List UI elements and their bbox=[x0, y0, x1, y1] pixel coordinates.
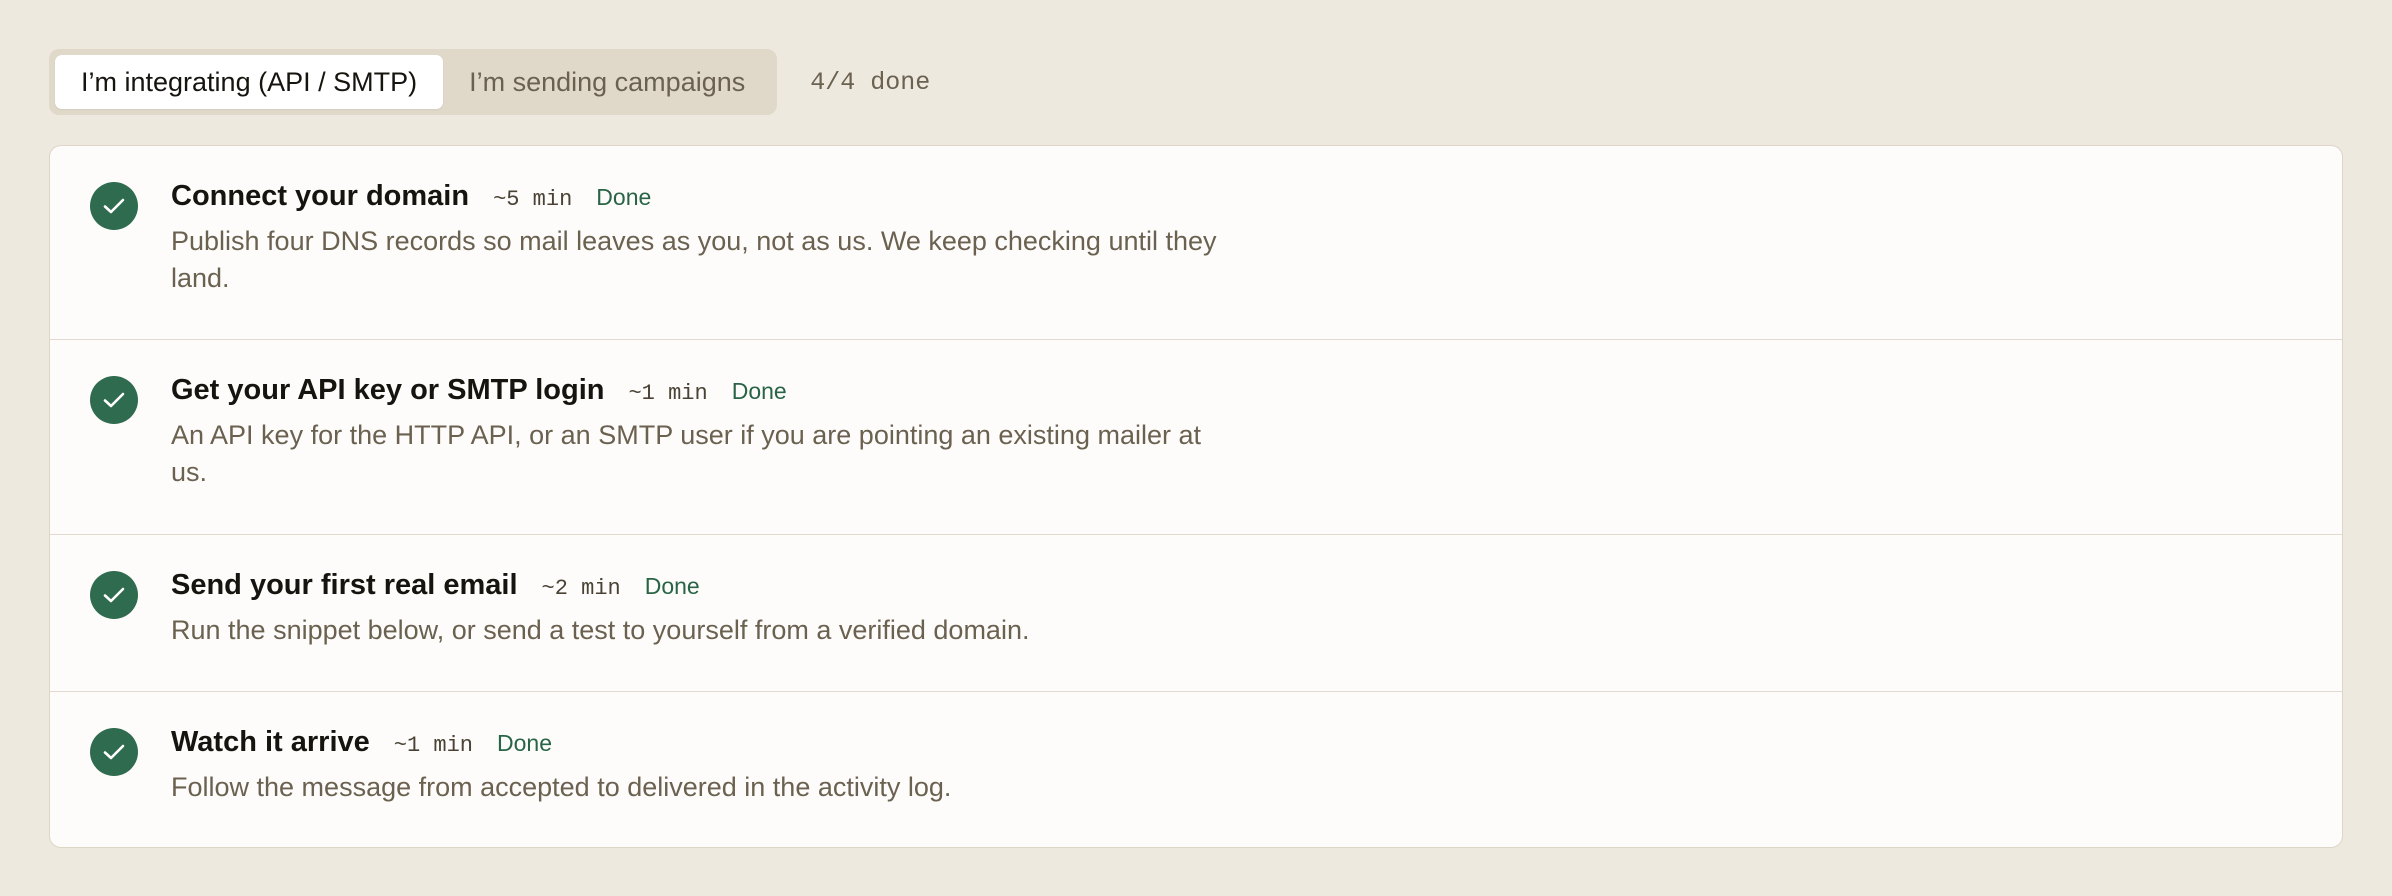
step-time-estimate: ~1 min bbox=[628, 381, 708, 406]
mode-toggle: I’m integrating (API / SMTP) I’m sending… bbox=[49, 49, 778, 115]
check-circle-icon bbox=[90, 728, 138, 776]
check-circle-icon bbox=[90, 376, 138, 424]
step-time-estimate: ~1 min bbox=[393, 733, 473, 758]
step-watch-arrive[interactable]: Watch it arrive ~1 min Done Follow the m… bbox=[50, 692, 2342, 847]
check-circle-icon bbox=[90, 571, 138, 619]
step-time-estimate: ~5 min bbox=[493, 187, 573, 212]
tab-sending-campaigns[interactable]: I’m sending campaigns bbox=[443, 55, 771, 109]
step-title: Connect your domain bbox=[171, 180, 470, 212]
step-connect-domain[interactable]: Connect your domain ~5 min Done Publish … bbox=[50, 146, 2342, 340]
step-description: Publish four DNS records so mail leaves … bbox=[171, 226, 1217, 293]
steps-checklist: Connect your domain ~5 min Done Publish … bbox=[49, 145, 2343, 848]
step-status-badge: Done bbox=[644, 573, 700, 599]
check-circle-icon bbox=[90, 182, 138, 230]
onboarding-header: I’m integrating (API / SMTP) I’m sending… bbox=[49, 49, 930, 115]
tab-integrating[interactable]: I’m integrating (API / SMTP) bbox=[55, 55, 444, 109]
step-description: Run the snippet below, or send a test to… bbox=[171, 615, 1030, 645]
step-status-badge: Done bbox=[596, 184, 652, 210]
step-api-key[interactable]: Get your API key or SMTP login ~1 min Do… bbox=[50, 340, 2342, 535]
step-status-badge: Done bbox=[497, 730, 552, 756]
progress-counter: 4/4 done bbox=[810, 67, 931, 97]
step-status-badge: Done bbox=[731, 378, 787, 404]
step-first-email[interactable]: Send your first real email ~2 min Done R… bbox=[50, 535, 2342, 692]
step-title: Send your first real email bbox=[171, 569, 518, 601]
step-title: Watch it arrive bbox=[171, 726, 370, 758]
step-title: Get your API key or SMTP login bbox=[171, 374, 605, 406]
step-time-estimate: ~2 min bbox=[541, 576, 621, 601]
step-description: Follow the message from accepted to deli… bbox=[171, 772, 952, 802]
step-description: An API key for the HTTP API, or an SMTP … bbox=[171, 420, 1201, 487]
